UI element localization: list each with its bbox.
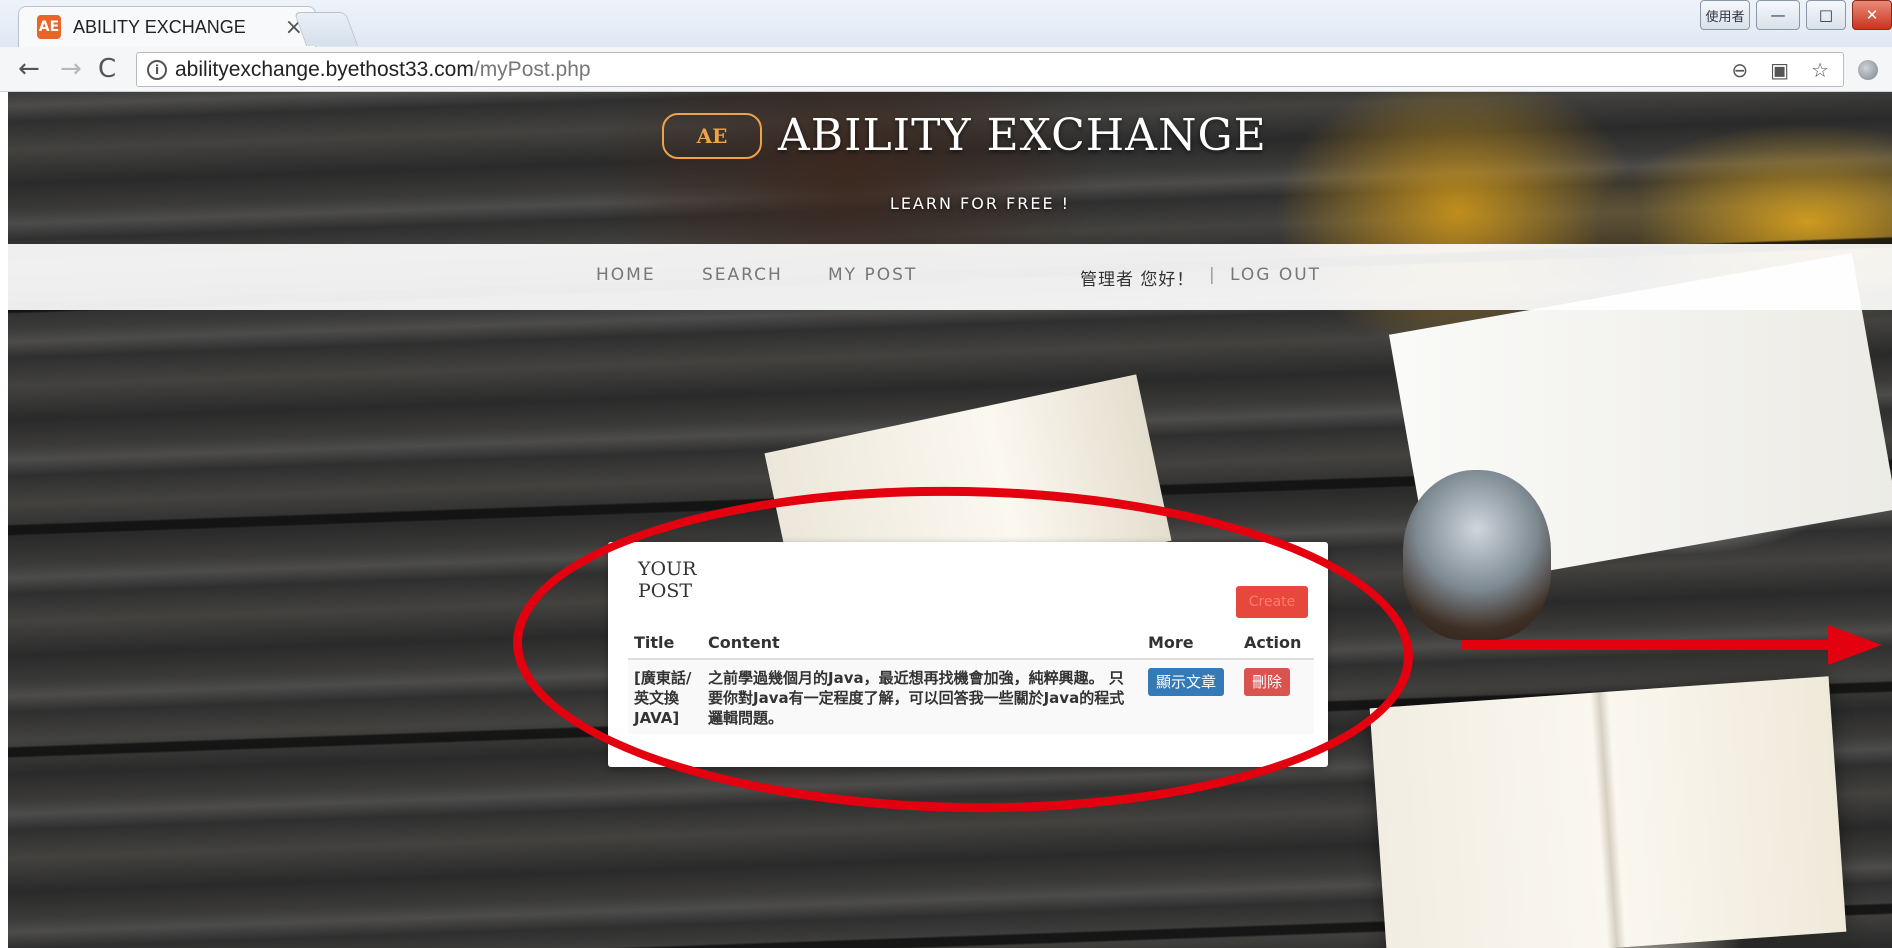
close-window-button[interactable]: ✕ [1852, 0, 1892, 30]
site-tagline: LEARN FOR FREE ! [889, 194, 1071, 213]
site-title: ABILITY EXCHANGE [778, 110, 1267, 161]
translate-icon[interactable]: ▣ [1770, 58, 1789, 82]
reload-icon[interactable]: C [98, 55, 116, 83]
table-header-row: Title Content More Action [628, 629, 1314, 660]
column-header-action: Action [1238, 629, 1314, 660]
browser-toolbar: ← → C i abilityexchange.byethost33.com /… [0, 47, 1892, 92]
create-post-button[interactable]: Create [1236, 586, 1308, 618]
column-header-title: Title [628, 629, 702, 660]
browser-tab[interactable]: AE ABILITY EXCHANGE × [18, 6, 316, 47]
nav-separator: | [1209, 265, 1217, 285]
background-open-book [1369, 676, 1847, 948]
post-title-cell: [廣東話/英文換JAVA] [628, 659, 702, 734]
url-host: abilityexchange.byethost33.com [175, 57, 474, 81]
table-row: [廣東話/英文換JAVA] 之前學過幾個月的Java，最近想再找機會加強，純粹興… [628, 659, 1314, 734]
site-logo-icon: AE [662, 112, 762, 159]
column-header-content: Content [702, 629, 1142, 660]
minimize-button[interactable]: — [1756, 0, 1800, 30]
browser-tab-bar: AE ABILITY EXCHANGE × 使用者 — □ ✕ [0, 0, 1892, 47]
nav-search[interactable]: SEARCH [702, 265, 783, 285]
profile-button[interactable]: 使用者 [1700, 0, 1750, 30]
back-arrow-icon[interactable]: ← [18, 55, 40, 83]
post-card-heading: YOUR POST [638, 558, 697, 602]
extension-icon[interactable] [1858, 60, 1878, 80]
forward-arrow-icon[interactable]: → [60, 55, 82, 83]
maximize-button[interactable]: □ [1806, 0, 1846, 30]
window-controls: 使用者 — □ ✕ [1700, 0, 1892, 34]
page-background: AE ABILITY EXCHANGE LEARN FOR FREE ! HOM… [8, 92, 1892, 948]
nav-home[interactable]: HOME [596, 265, 656, 285]
show-post-button[interactable]: 顯示文章 [1148, 668, 1225, 696]
tab-title: ABILITY EXCHANGE [73, 16, 246, 37]
zoom-out-icon[interactable]: ⊖ [1731, 58, 1748, 82]
site-logo-row[interactable]: AE ABILITY EXCHANGE [662, 110, 1267, 161]
omnibox-actions: ⊖ ▣ ☆ [1731, 58, 1843, 82]
star-icon[interactable]: ☆ [1811, 58, 1829, 82]
nav-my-post[interactable]: MY POST [828, 265, 917, 285]
posts-table: Title Content More Action [廣東話/英文換JAVA] … [628, 629, 1314, 734]
new-tab-button[interactable] [293, 12, 359, 46]
nav-log-out[interactable]: LOG OUT [1230, 265, 1321, 285]
address-bar[interactable]: i abilityexchange.byethost33.com /myPost… [136, 52, 1844, 87]
site-favicon-icon: AE [37, 15, 61, 39]
background-cup [1403, 470, 1551, 640]
post-action-cell: 刪除 [1238, 659, 1314, 734]
my-post-card: YOUR POST Create Title Content More Acti… [608, 542, 1328, 767]
site-header: AE ABILITY EXCHANGE [8, 92, 1892, 202]
url-path: /myPost.php [473, 57, 591, 81]
post-more-cell: 顯示文章 [1142, 659, 1238, 734]
column-header-more: More [1142, 629, 1238, 660]
user-greeting: 管理者 您好！ [1080, 270, 1195, 290]
delete-post-button[interactable]: 刪除 [1244, 668, 1291, 696]
post-content-cell: 之前學過幾個月的Java，最近想再找機會加強，純粹興趣。 只要你對Java有一定… [702, 659, 1142, 734]
info-icon[interactable]: i [147, 59, 167, 80]
site-nav: HOME SEARCH MY POST 管理者 您好！ | LOG OUT [8, 244, 1892, 310]
